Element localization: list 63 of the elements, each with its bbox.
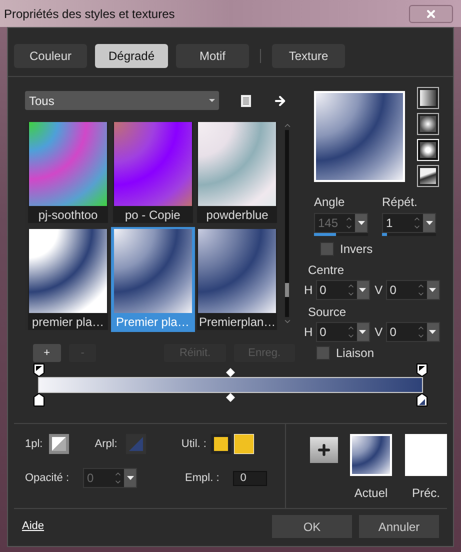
swatch-label: Actuel <box>354 485 388 502</box>
stop-marker-icon[interactable] <box>416 393 428 407</box>
tab[interactable]: Dégradé <box>95 44 168 68</box>
library-button[interactable]: + <box>33 344 61 362</box>
tab[interactable]: Motif <box>176 44 249 68</box>
stop-marker-icon[interactable] <box>33 363 45 377</box>
checkbox[interactable] <box>316 346 330 360</box>
v-label: V <box>374 282 383 299</box>
gradient-type-button[interactable] <box>417 87 439 109</box>
background-swatch[interactable] <box>126 434 146 454</box>
checkbox-label: Invers <box>340 241 373 258</box>
field-label: Arpl: <box>94 436 118 452</box>
section-label: Centre <box>308 262 346 279</box>
h-label: H <box>304 324 313 341</box>
window-title: Propriétés des styles et textures <box>4 6 175 22</box>
location-field[interactable]: 0 <box>233 470 268 486</box>
spin-field[interactable]: 1 <box>382 213 436 233</box>
current-swatch <box>350 434 392 476</box>
section-label: Source <box>308 304 348 321</box>
add-button[interactable] <box>310 437 338 463</box>
cancel-button[interactable]: Annuler <box>359 515 439 538</box>
user-color-swatch[interactable] <box>211 434 232 454</box>
spin-field[interactable]: 0 <box>386 322 440 342</box>
field-label: Empl. : <box>185 470 220 486</box>
category-dropdown[interactable]: Tous <box>25 91 219 110</box>
help-link[interactable]: Aide <box>22 518 44 535</box>
stop-marker-icon[interactable] <box>33 393 45 407</box>
previous-swatch <box>405 434 447 476</box>
spin-field[interactable]: 0 <box>316 322 370 342</box>
close-button[interactable] <box>409 4 453 22</box>
close-icon <box>425 8 437 20</box>
v-label: V <box>374 324 383 341</box>
scroll-up-icon[interactable] <box>282 121 292 130</box>
list-icon[interactable] <box>241 94 251 106</box>
tab[interactable]: Couleur <box>14 44 87 68</box>
dropdown-arrow-icon <box>209 99 215 102</box>
gradient-item[interactable]: pj-soothtoo <box>28 122 108 223</box>
stop-marker-icon[interactable] <box>416 363 428 377</box>
gradient-item[interactable]: premier pla… <box>28 229 108 330</box>
field-label: Opacité : <box>25 470 70 486</box>
h-label: H <box>304 282 313 299</box>
field-label: Angle <box>314 194 346 211</box>
gradient-item[interactable]: Premierplan… <box>197 229 278 330</box>
ok-button[interactable]: OK <box>272 515 352 538</box>
field-label: Répét. <box>382 194 418 211</box>
swatch-label: Préc. <box>412 485 440 502</box>
field-label: 1pl: <box>25 436 43 452</box>
gradient-type-button[interactable] <box>417 165 439 187</box>
gradient-item[interactable]: powderblue <box>197 122 278 223</box>
tab[interactable]: Texture <box>272 44 345 68</box>
user-color-swatch[interactable] <box>234 434 254 454</box>
gradient-bar[interactable] <box>38 377 423 393</box>
scrollbar[interactable] <box>282 121 292 326</box>
spin-field[interactable]: 0 <box>386 280 440 300</box>
checkbox[interactable] <box>320 242 334 256</box>
checkbox-label: Liaison <box>336 345 374 362</box>
foreground-swatch[interactable] <box>48 434 69 454</box>
gradient-type-button[interactable] <box>417 113 439 135</box>
gradient-item[interactable]: po - Copie <box>112 122 193 223</box>
scroll-down-icon[interactable] <box>282 317 292 326</box>
field-label: Util. : <box>181 436 206 452</box>
plus-icon <box>316 442 332 458</box>
spin-field[interactable]: 0 <box>316 280 370 300</box>
